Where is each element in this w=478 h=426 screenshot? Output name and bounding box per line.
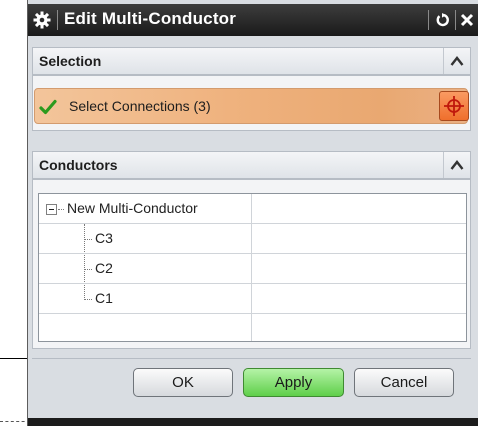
dialog-bottom-edge <box>28 418 478 426</box>
tree-row-root[interactable]: New Multi-Conductor <box>39 194 466 224</box>
chevron-up-icon <box>450 56 464 66</box>
dialog-title: Edit Multi-Conductor <box>64 9 237 28</box>
tree-item-label: C2 <box>95 260 113 276</box>
reset-icon[interactable] <box>433 9 453 31</box>
collapse-selection-button[interactable] <box>443 48 470 74</box>
tree-row-empty <box>39 314 466 344</box>
gear-icon[interactable] <box>31 9 53 31</box>
ok-button[interactable]: OK <box>133 368 233 397</box>
select-connections-row[interactable]: Select Connections (3) <box>34 88 468 124</box>
button-area-divider <box>32 358 471 359</box>
conductors-section-header[interactable]: Conductors <box>32 151 471 179</box>
tree-root-label: New Multi-Conductor <box>67 200 198 216</box>
apply-button[interactable]: Apply <box>243 368 344 397</box>
tree-row-c1[interactable]: C1 <box>39 284 466 314</box>
selection-section-header[interactable]: Selection <box>32 47 471 75</box>
background-dashed-line <box>0 421 30 422</box>
edit-multi-conductor-dialog: Edit Multi-Conductor Selection Select Co… <box>27 0 478 426</box>
tree-item-label: C1 <box>95 290 113 306</box>
title-separator <box>57 10 58 30</box>
cancel-button[interactable]: Cancel <box>354 368 454 397</box>
title-separator <box>428 10 429 30</box>
background-line <box>0 358 30 359</box>
chevron-up-icon <box>450 160 464 170</box>
select-connections-label: Select Connections (3) <box>69 98 211 114</box>
conductors-tree[interactable]: New Multi-Conductor C3 C2 C1 <box>38 193 467 342</box>
close-icon[interactable] <box>457 9 477 31</box>
collapse-node-icon[interactable] <box>46 204 57 215</box>
tree-row-c3[interactable]: C3 <box>39 224 466 254</box>
tree-row-c2[interactable]: C2 <box>39 254 466 284</box>
collapse-conductors-button[interactable] <box>443 152 470 178</box>
conductors-section-title: Conductors <box>39 157 118 173</box>
tree-item-label: C3 <box>95 230 113 246</box>
select-object-button[interactable] <box>439 91 469 121</box>
title-separator <box>455 10 456 30</box>
selection-section-title: Selection <box>39 53 102 69</box>
crosshair-icon <box>444 96 464 116</box>
title-bar[interactable]: Edit Multi-Conductor <box>28 4 478 36</box>
checkmark-icon <box>39 98 57 116</box>
